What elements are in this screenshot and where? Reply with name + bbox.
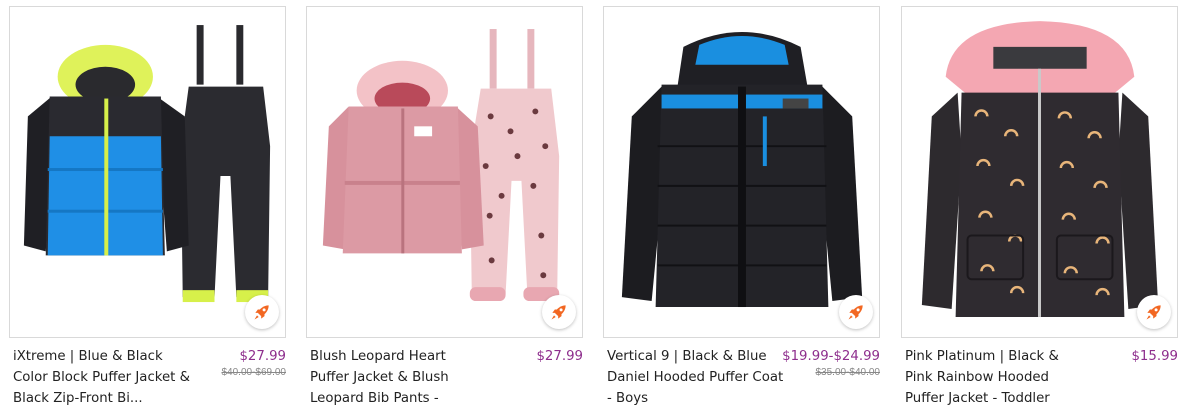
sale-price: $19.99-$24.99 [782,349,880,364]
sale-price: $27.99 [239,349,286,364]
rocket-icon [551,305,566,320]
black-blue-hooded-puffer-coat-image [621,32,863,308]
sale-price: $15.99 [1131,349,1178,364]
black-pink-rainbow-puffer-jacket-image [921,21,1159,317]
original-price: $40.00-$69.00 [221,367,286,378]
product-title-link[interactable]: Vertical 9 | Black & Blue Daniel Hooded … [607,346,785,409]
product-card[interactable]: Vertical 9 | Black & Blue Daniel Hooded … [603,6,880,415]
rocket-badge[interactable] [245,295,279,329]
product-title-link[interactable]: Blush Leopard Heart Puffer Jacket & Blus… [310,346,488,409]
product-card[interactable]: iXtreme | Blue & Black Color Block Puffe… [9,6,286,415]
rocket-badge[interactable] [1137,295,1171,329]
product-image-link[interactable] [901,6,1178,338]
rocket-badge[interactable] [839,295,873,329]
original-price: $35.00-$40.00 [815,367,880,378]
product-card[interactable]: Blush Leopard Heart Puffer Jacket & Blus… [306,6,583,415]
product-title-link[interactable]: iXtreme | Blue & Black Color Block Puffe… [13,346,191,409]
rocket-icon [1146,305,1161,320]
product-card[interactable]: Pink Platinum | Black & Pink Rainbow Hoo… [901,6,1178,415]
product-image-link[interactable] [9,6,286,338]
product-image-link[interactable] [306,6,583,338]
blush-puffer-jacket-and-leopard-bib-pants-image [322,29,560,302]
product-title-link[interactable]: Pink Platinum | Black & Pink Rainbow Hoo… [905,346,1083,409]
blue-black-puffer-jacket-and-bib-pants-image [23,25,271,303]
sale-price: $27.99 [536,349,583,364]
product-image-link[interactable] [603,6,880,338]
rocket-icon [848,305,863,320]
rocket-badge[interactable] [542,295,576,329]
rocket-icon [254,305,269,320]
